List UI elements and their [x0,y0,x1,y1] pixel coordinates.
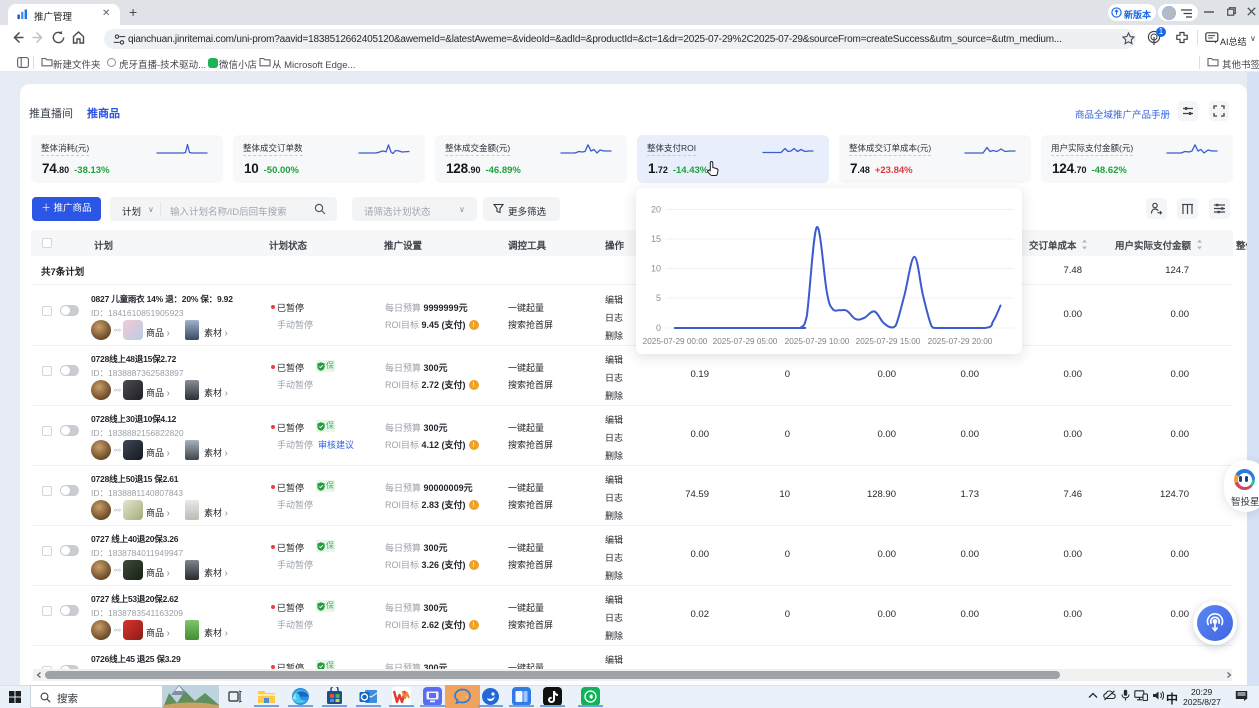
svg-text:5: 5 [656,293,661,303]
svg-text:0: 0 [656,323,661,333]
svg-text:20: 20 [651,205,661,215]
svg-text:2025-07-29 10:00: 2025-07-29 10:00 [785,337,850,346]
svg-text:15: 15 [651,234,661,244]
svg-text:2025-07-29 15:00: 2025-07-29 15:00 [856,337,921,346]
svg-text:10: 10 [651,264,661,274]
svg-text:2025-07-29 05:00: 2025-07-29 05:00 [713,337,778,346]
svg-text:2025-07-29 00:00: 2025-07-29 00:00 [643,337,708,346]
svg-text:2025-07-29 20:00: 2025-07-29 20:00 [928,337,993,346]
